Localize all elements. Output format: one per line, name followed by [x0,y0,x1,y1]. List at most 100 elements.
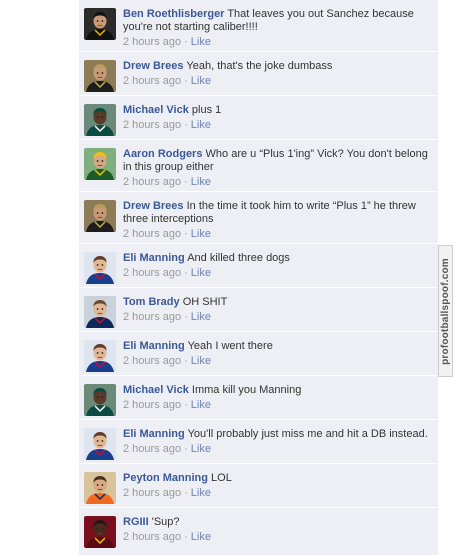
site-watermark-text: profootballspoof.com [440,257,451,365]
comment-body: Peyton Manning LOL 2 hours ago · Like [123,472,434,500]
patriots-qb-icon[interactable] [84,296,116,328]
meta-separator: · [184,36,188,48]
comment-timestamp: 2 hours ago [123,267,182,279]
giants-qb-icon[interactable] [84,428,116,460]
comment-timestamp: 2 hours ago [123,119,182,131]
comment-author-link[interactable]: Eli Manning [123,428,185,440]
comment-thread: Ben Roethlisberger That leaves you out S… [79,0,438,556]
comment-meta: 2 hours ago · Like [123,36,434,49]
comment-meta: 2 hours ago · Like [123,443,434,456]
comment-author-link[interactable]: Michael Vick [123,104,189,116]
like-link[interactable]: Like [191,487,211,499]
comment-row: RGIII 'Sup? 2 hours ago · Like [79,508,438,556]
comment-meta: 2 hours ago · Like [123,176,434,189]
eagles-qb-icon[interactable] [84,384,116,416]
like-link[interactable]: Like [191,75,211,87]
comment-row: Ben Roethlisberger That leaves you out S… [79,0,438,52]
saints-qb-icon[interactable] [84,200,116,232]
comment-text: 'Sup? [151,516,180,528]
meta-separator: · [184,267,188,279]
like-link[interactable]: Like [191,399,211,411]
comment-row: Eli Manning And killed three dogs 2 hours… [79,244,438,288]
comment-author-link[interactable]: Michael Vick [123,384,189,396]
like-link[interactable]: Like [191,443,211,455]
comment-author-link[interactable]: Tom Brady [123,296,180,308]
packers-qb-icon[interactable] [84,148,116,180]
like-link[interactable]: Like [191,311,211,323]
eagles-qb-icon[interactable] [84,104,116,136]
comment-body: Michael Vick plus 1 2 hours ago · Like [123,104,434,132]
comment-row: Drew Brees In the time it took him to wr… [79,192,438,244]
like-link[interactable]: Like [191,355,211,367]
comment-author-link[interactable]: Eli Manning [123,340,185,352]
comment-author-link[interactable]: RGIII [123,516,149,528]
comment-meta: 2 hours ago · Like [123,531,434,544]
meta-separator: · [184,311,188,323]
comment-row: Peyton Manning LOL 2 hours ago · Like [79,464,438,508]
comment-body: Eli Manning You'll probably just miss me… [123,428,434,456]
like-link[interactable]: Like [191,267,211,279]
comment-author-link[interactable]: Aaron Rodgers [123,148,202,160]
meta-separator: · [184,228,188,240]
meta-separator: · [184,75,188,87]
like-link[interactable]: Like [191,36,211,48]
comment-body: Drew Brees Yeah, that's the joke dumbass… [123,60,434,88]
comment-row: Tom Brady OH SHIT 2 hours ago · Like [79,288,438,332]
meta-separator: · [184,176,188,188]
meta-separator: · [184,443,188,455]
comment-meta: 2 hours ago · Like [123,228,434,241]
comment-text: You'll probably just miss me and hit a D… [187,428,428,440]
meta-separator: · [184,119,188,131]
like-link[interactable]: Like [191,176,211,188]
comment-author-link[interactable]: Drew Brees [123,60,184,72]
comment-meta: 2 hours ago · Like [123,487,434,500]
giants-qb-icon[interactable] [84,340,116,372]
comment-timestamp: 2 hours ago [123,399,182,411]
site-watermark: profootballspoof.com [438,245,453,377]
comment-row: Drew Brees Yeah, that's the joke dumbass… [79,52,438,96]
comment-timestamp: 2 hours ago [123,487,182,499]
comment-author-link[interactable]: Drew Brees [123,200,184,212]
meta-separator: · [184,355,188,367]
comment-text: Yeah I went there [187,340,273,352]
comment-body: Aaron Rodgers Who are u “Plus 1'ing” Vic… [123,148,434,189]
broncos-qb-icon[interactable] [84,472,116,504]
comment-text: plus 1 [191,104,222,116]
comment-timestamp: 2 hours ago [123,311,182,323]
like-link[interactable]: Like [191,119,211,131]
comment-meta: 2 hours ago · Like [123,311,434,324]
comment-body: Eli Manning Yeah I went there 2 hours ago… [123,340,434,368]
comment-body: Eli Manning And killed three dogs 2 hours… [123,252,434,280]
comment-body: Michael Vick Imma kill you Manning 2 hour… [123,384,434,412]
comment-author-link[interactable]: Peyton Manning [123,472,208,484]
comment-timestamp: 2 hours ago [123,228,182,240]
comment-meta: 2 hours ago · Like [123,267,434,280]
comment-timestamp: 2 hours ago [123,443,182,455]
comment-body: Tom Brady OH SHIT 2 hours ago · Like [123,296,434,324]
like-link[interactable]: Like [191,228,211,240]
comment-row: Eli Manning Yeah I went there 2 hours ago… [79,332,438,376]
comment-row: Michael Vick Imma kill you Manning 2 hour… [79,376,438,420]
meta-separator: · [184,487,188,499]
comment-author-link[interactable]: Eli Manning [123,252,185,264]
comment-text: And killed three dogs [187,252,290,264]
comment-author-link[interactable]: Ben Roethlisberger [123,8,224,20]
comment-timestamp: 2 hours ago [123,75,182,87]
steelers-qb-icon[interactable] [84,8,116,40]
comment-meta: 2 hours ago · Like [123,119,434,132]
comment-text: Yeah, that's the joke dumbass [186,60,333,72]
comment-timestamp: 2 hours ago [123,36,182,48]
comment-timestamp: 2 hours ago [123,176,182,188]
comment-text: OH SHIT [182,296,228,308]
redskins-qb-icon[interactable] [84,516,116,548]
saints-qb-icon[interactable] [84,60,116,92]
giants-qb-icon[interactable] [84,252,116,284]
comment-meta: 2 hours ago · Like [123,399,434,412]
comment-timestamp: 2 hours ago [123,531,182,543]
meta-separator: · [184,531,188,543]
comment-text: Imma kill you Manning [191,384,302,396]
comment-row: Aaron Rodgers Who are u “Plus 1'ing” Vic… [79,140,438,192]
meta-separator: · [184,399,188,411]
comment-meta: 2 hours ago · Like [123,75,434,88]
like-link[interactable]: Like [191,531,211,543]
